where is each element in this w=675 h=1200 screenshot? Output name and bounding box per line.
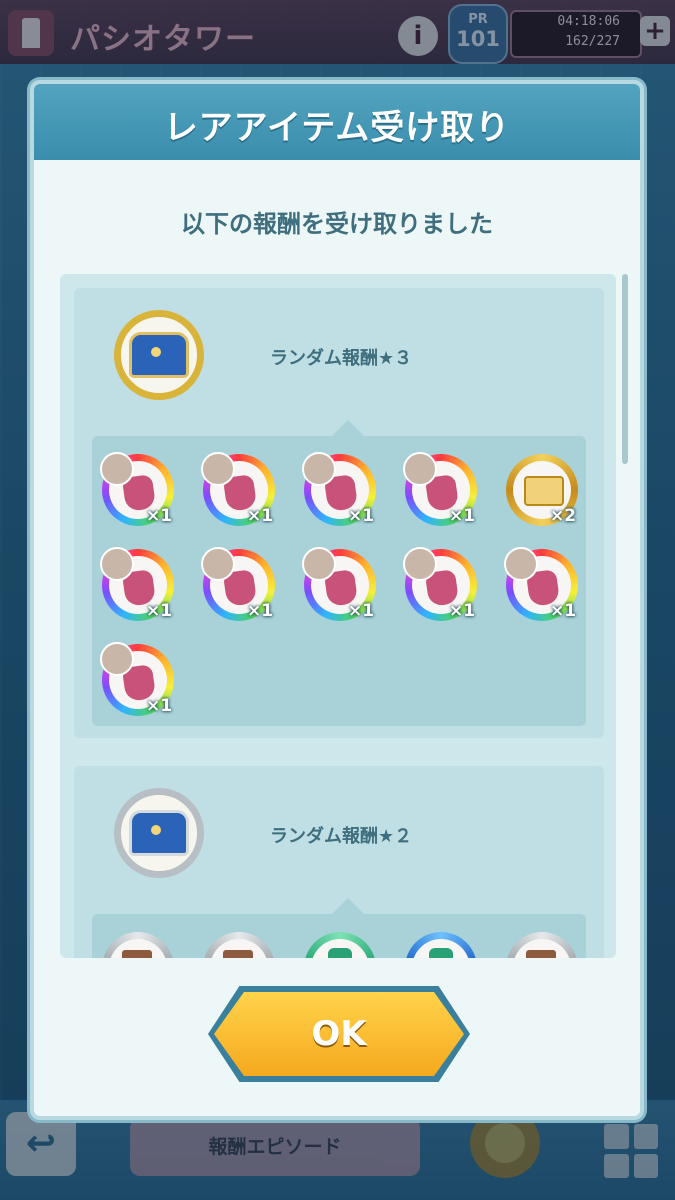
trainer-portrait-icon (302, 547, 336, 581)
can-item-icon (328, 948, 352, 958)
item-quantity: ×1 (247, 506, 274, 526)
reward-item[interactable] (304, 932, 378, 958)
section-label: ランダム報酬★３ (270, 348, 413, 369)
reward-item[interactable]: ×1 (100, 547, 176, 623)
trainer-portrait-icon (403, 547, 437, 581)
item-quantity: ×1 (348, 601, 375, 621)
item-quantity: ×1 (146, 696, 173, 716)
reward-modal: レアアイテム受け取り 以下の報酬を受け取りました ランダム報酬★３ ×1 ×1 ×1… (30, 80, 644, 1120)
trainer-portrait-icon (302, 452, 336, 486)
trainer-portrait-icon (403, 452, 437, 486)
ticket-item-icon (524, 476, 564, 506)
reward-item[interactable] (405, 932, 479, 958)
silver-chest-icon (114, 788, 204, 878)
item-quantity: ×1 (550, 601, 577, 621)
trainer-portrait-icon (201, 452, 235, 486)
reward-item[interactable]: ×1 (302, 547, 378, 623)
trainer-portrait-icon (100, 642, 134, 676)
reward-item[interactable]: ×2 (506, 454, 580, 528)
item-quantity: ×1 (348, 506, 375, 526)
reward-list[interactable]: ランダム報酬★３ ×1 ×1 ×1 ×1 ×2 ×1 ×1 ×1 ×1 ×1 ×1 ランダム報酬★２ (60, 274, 616, 958)
book-item-icon (223, 950, 253, 958)
reward-item[interactable]: ×1 (302, 452, 378, 528)
reward-item[interactable]: ×1 (201, 547, 277, 623)
modal-title: レアアイテム受け取り (163, 108, 511, 148)
section-label: ランダム報酬★２ (270, 826, 413, 847)
book-item-icon (122, 950, 152, 958)
can-item-icon (429, 948, 453, 958)
reward-section: ランダム報酬★２ (74, 766, 604, 958)
trainer-portrait-icon (201, 547, 235, 581)
scrollbar[interactable] (622, 274, 628, 464)
item-quantity: ×1 (247, 601, 274, 621)
gold-chest-icon (114, 310, 204, 400)
ok-label: OK (311, 1014, 367, 1054)
reward-item[interactable] (203, 932, 277, 958)
reward-item[interactable]: ×1 (403, 452, 479, 528)
book-item-icon (526, 950, 556, 958)
modal-subtitle: 以下の報酬を受け取りました (181, 210, 493, 238)
reward-item[interactable]: ×1 (100, 642, 176, 718)
reward-item[interactable]: ×1 (403, 547, 479, 623)
item-quantity: ×1 (146, 601, 173, 621)
reward-section: ランダム報酬★３ ×1 ×1 ×1 ×1 ×2 ×1 ×1 ×1 ×1 ×1 ×1 (74, 288, 604, 738)
item-quantity: ×1 (449, 506, 476, 526)
item-quantity: ×1 (449, 601, 476, 621)
ok-button[interactable]: OK (214, 992, 464, 1076)
reward-item[interactable] (506, 932, 580, 958)
reward-item[interactable] (102, 932, 176, 958)
item-quantity: ×2 (550, 506, 577, 526)
reward-item[interactable]: ×1 (504, 547, 580, 623)
item-quantity: ×1 (146, 506, 173, 526)
reward-items (92, 898, 586, 958)
trainer-portrait-icon (100, 547, 134, 581)
trainer-portrait-icon (504, 547, 538, 581)
reward-items: ×1 ×1 ×1 ×1 ×2 ×1 ×1 ×1 ×1 ×1 ×1 (92, 420, 586, 726)
trainer-portrait-icon (100, 452, 134, 486)
reward-item[interactable]: ×1 (100, 452, 176, 528)
reward-item[interactable]: ×1 (201, 452, 277, 528)
